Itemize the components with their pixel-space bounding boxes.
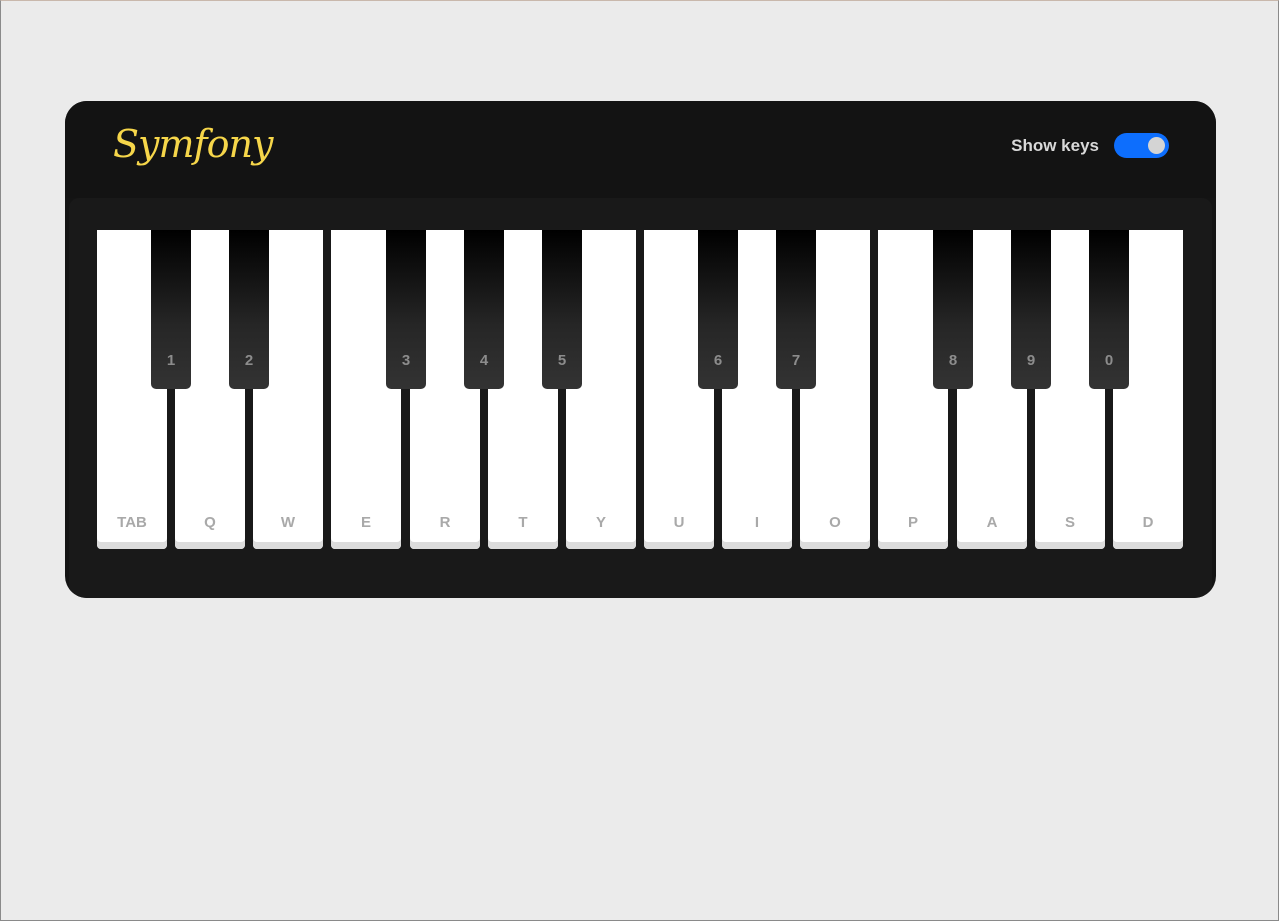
key-label: TAB [117,514,147,531]
show-keys-toggle[interactable] [1114,133,1169,158]
key-label: 8 [948,352,958,369]
key-label: Q [204,514,216,531]
key-label: 7 [791,352,801,369]
piano-app: Symfony Show keys TAB Q W E R T Y U I O … [65,101,1216,598]
black-key[interactable]: 1 [151,230,191,389]
black-key[interactable]: 6 [698,230,738,389]
brand-logo: Symfony [113,122,273,166]
toggle-knob [1148,137,1165,154]
key-label: W [280,514,296,531]
key-label: 5 [557,352,567,369]
key-label: A [986,514,998,531]
key-label: T [518,514,528,531]
key-label: 4 [479,352,489,369]
piano-keyboard: TAB Q W E R T Y U I O P A S D 1 2 3 4 5 … [69,198,1212,598]
key-label: D [1142,514,1154,531]
black-key[interactable]: 4 [464,230,504,389]
black-key[interactable]: 8 [933,230,973,389]
key-label: U [673,514,685,531]
key-label: E [360,514,371,531]
key-label: P [907,514,918,531]
key-label: I [754,514,760,531]
piano-keys: TAB Q W E R T Y U I O P A S D 1 2 3 4 5 … [97,230,1184,550]
show-keys-label: Show keys [1011,136,1099,155]
app-header: Symfony Show keys [65,101,1216,198]
key-label: R [439,514,451,531]
black-key[interactable]: 3 [386,230,426,389]
black-key[interactable]: 0 [1089,230,1129,389]
black-key[interactable]: 7 [776,230,816,389]
key-label: 2 [244,352,254,369]
key-label: O [829,514,841,531]
key-label: 0 [1104,352,1114,369]
black-key[interactable]: 5 [542,230,582,389]
key-label: 1 [166,352,176,369]
black-key[interactable]: 2 [229,230,269,389]
key-label: Y [595,514,606,531]
key-label: S [1064,514,1075,531]
key-label: 6 [713,352,723,369]
black-key[interactable]: 9 [1011,230,1051,389]
key-label: 9 [1026,352,1036,369]
key-label: 3 [401,352,411,369]
